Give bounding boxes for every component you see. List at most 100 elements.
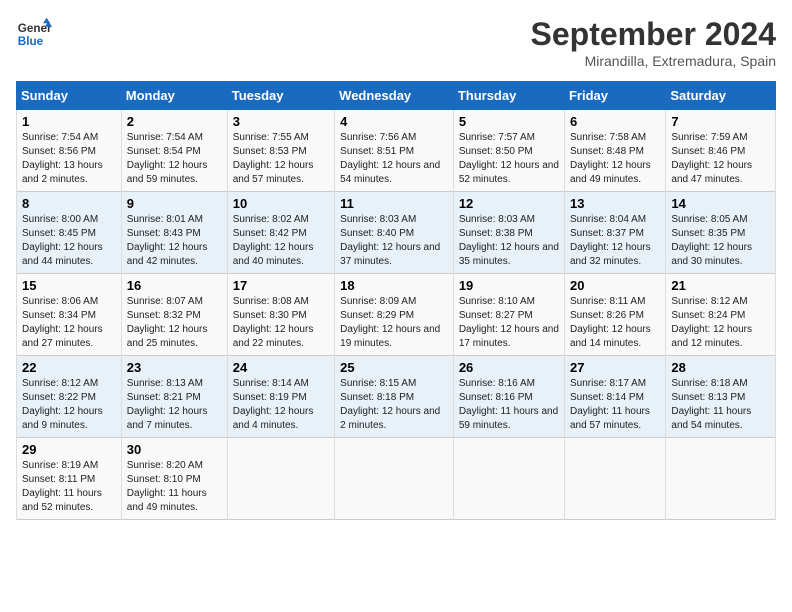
calendar-cell: 22 Sunrise: 8:12 AM Sunset: 8:22 PM Dayl… [17, 356, 122, 438]
day-number: 30 [127, 442, 222, 457]
calendar-cell [666, 438, 776, 520]
day-number: 19 [459, 278, 559, 293]
calendar-cell: 23 Sunrise: 8:13 AM Sunset: 8:21 PM Dayl… [121, 356, 227, 438]
calendar-cell [227, 438, 334, 520]
day-info: Sunrise: 8:11 AM Sunset: 8:26 PM Dayligh… [570, 295, 660, 351]
day-info: Sunrise: 8:03 AM Sunset: 8:40 PM Dayligh… [340, 213, 448, 269]
day-number: 25 [340, 360, 448, 375]
day-info: Sunrise: 8:20 AM Sunset: 8:10 PM Dayligh… [127, 459, 222, 515]
day-info: Sunrise: 7:58 AM Sunset: 8:48 PM Dayligh… [570, 131, 660, 187]
day-info: Sunrise: 8:00 AM Sunset: 8:45 PM Dayligh… [22, 213, 116, 269]
day-info: Sunrise: 8:04 AM Sunset: 8:37 PM Dayligh… [570, 213, 660, 269]
day-info: Sunrise: 7:57 AM Sunset: 8:50 PM Dayligh… [459, 131, 559, 187]
day-info: Sunrise: 7:56 AM Sunset: 8:51 PM Dayligh… [340, 131, 448, 187]
day-number: 27 [570, 360, 660, 375]
calendar-cell: 7 Sunrise: 7:59 AM Sunset: 8:46 PM Dayli… [666, 110, 776, 192]
day-info: Sunrise: 8:12 AM Sunset: 8:24 PM Dayligh… [671, 295, 770, 351]
day-info: Sunrise: 8:19 AM Sunset: 8:11 PM Dayligh… [22, 459, 116, 515]
week-row-2: 8 Sunrise: 8:00 AM Sunset: 8:45 PM Dayli… [17, 192, 776, 274]
day-info: Sunrise: 8:07 AM Sunset: 8:32 PM Dayligh… [127, 295, 222, 351]
day-info: Sunrise: 8:18 AM Sunset: 8:13 PM Dayligh… [671, 377, 770, 433]
day-info: Sunrise: 8:02 AM Sunset: 8:42 PM Dayligh… [233, 213, 329, 269]
day-number: 23 [127, 360, 222, 375]
day-info: Sunrise: 8:06 AM Sunset: 8:34 PM Dayligh… [22, 295, 116, 351]
day-number: 29 [22, 442, 116, 457]
week-row-4: 22 Sunrise: 8:12 AM Sunset: 8:22 PM Dayl… [17, 356, 776, 438]
calendar-cell: 27 Sunrise: 8:17 AM Sunset: 8:14 PM Dayl… [564, 356, 665, 438]
day-info: Sunrise: 7:59 AM Sunset: 8:46 PM Dayligh… [671, 131, 770, 187]
day-info: Sunrise: 8:05 AM Sunset: 8:35 PM Dayligh… [671, 213, 770, 269]
week-row-5: 29 Sunrise: 8:19 AM Sunset: 8:11 PM Dayl… [17, 438, 776, 520]
day-number: 21 [671, 278, 770, 293]
calendar-cell: 20 Sunrise: 8:11 AM Sunset: 8:26 PM Dayl… [564, 274, 665, 356]
header-row: SundayMondayTuesdayWednesdayThursdayFrid… [17, 82, 776, 110]
day-number: 4 [340, 114, 448, 129]
day-info: Sunrise: 7:54 AM Sunset: 8:56 PM Dayligh… [22, 131, 116, 187]
col-header-tuesday: Tuesday [227, 82, 334, 110]
title-block: September 2024 Mirandilla, Extremadura, … [531, 16, 776, 69]
calendar-cell: 2 Sunrise: 7:54 AM Sunset: 8:54 PM Dayli… [121, 110, 227, 192]
day-number: 2 [127, 114, 222, 129]
calendar-cell: 8 Sunrise: 8:00 AM Sunset: 8:45 PM Dayli… [17, 192, 122, 274]
day-info: Sunrise: 7:54 AM Sunset: 8:54 PM Dayligh… [127, 131, 222, 187]
day-number: 24 [233, 360, 329, 375]
calendar-cell: 10 Sunrise: 8:02 AM Sunset: 8:42 PM Dayl… [227, 192, 334, 274]
calendar-cell: 24 Sunrise: 8:14 AM Sunset: 8:19 PM Dayl… [227, 356, 334, 438]
day-info: Sunrise: 8:17 AM Sunset: 8:14 PM Dayligh… [570, 377, 660, 433]
day-info: Sunrise: 8:16 AM Sunset: 8:16 PM Dayligh… [459, 377, 559, 433]
day-number: 13 [570, 196, 660, 211]
day-number: 7 [671, 114, 770, 129]
day-number: 17 [233, 278, 329, 293]
day-number: 11 [340, 196, 448, 211]
col-header-saturday: Saturday [666, 82, 776, 110]
day-info: Sunrise: 8:15 AM Sunset: 8:18 PM Dayligh… [340, 377, 448, 433]
col-header-wednesday: Wednesday [335, 82, 454, 110]
day-info: Sunrise: 7:55 AM Sunset: 8:53 PM Dayligh… [233, 131, 329, 187]
calendar-cell: 18 Sunrise: 8:09 AM Sunset: 8:29 PM Dayl… [335, 274, 454, 356]
day-info: Sunrise: 8:09 AM Sunset: 8:29 PM Dayligh… [340, 295, 448, 351]
page-header: General Blue September 2024 Mirandilla, … [16, 16, 776, 69]
day-info: Sunrise: 8:03 AM Sunset: 8:38 PM Dayligh… [459, 213, 559, 269]
day-number: 8 [22, 196, 116, 211]
month-title: September 2024 [531, 16, 776, 53]
day-number: 16 [127, 278, 222, 293]
calendar-cell: 3 Sunrise: 7:55 AM Sunset: 8:53 PM Dayli… [227, 110, 334, 192]
week-row-3: 15 Sunrise: 8:06 AM Sunset: 8:34 PM Dayl… [17, 274, 776, 356]
col-header-monday: Monday [121, 82, 227, 110]
day-number: 9 [127, 196, 222, 211]
location-subtitle: Mirandilla, Extremadura, Spain [531, 53, 776, 69]
calendar-cell [564, 438, 665, 520]
day-info: Sunrise: 8:08 AM Sunset: 8:30 PM Dayligh… [233, 295, 329, 351]
calendar-cell: 14 Sunrise: 8:05 AM Sunset: 8:35 PM Dayl… [666, 192, 776, 274]
day-number: 18 [340, 278, 448, 293]
day-number: 26 [459, 360, 559, 375]
day-number: 14 [671, 196, 770, 211]
calendar-cell: 1 Sunrise: 7:54 AM Sunset: 8:56 PM Dayli… [17, 110, 122, 192]
day-number: 10 [233, 196, 329, 211]
calendar-cell: 28 Sunrise: 8:18 AM Sunset: 8:13 PM Dayl… [666, 356, 776, 438]
calendar-cell: 6 Sunrise: 7:58 AM Sunset: 8:48 PM Dayli… [564, 110, 665, 192]
calendar-cell [453, 438, 564, 520]
day-number: 28 [671, 360, 770, 375]
calendar-cell: 11 Sunrise: 8:03 AM Sunset: 8:40 PM Dayl… [335, 192, 454, 274]
calendar-cell: 21 Sunrise: 8:12 AM Sunset: 8:24 PM Dayl… [666, 274, 776, 356]
calendar-cell [335, 438, 454, 520]
day-number: 20 [570, 278, 660, 293]
week-row-1: 1 Sunrise: 7:54 AM Sunset: 8:56 PM Dayli… [17, 110, 776, 192]
calendar-cell: 25 Sunrise: 8:15 AM Sunset: 8:18 PM Dayl… [335, 356, 454, 438]
col-header-friday: Friday [564, 82, 665, 110]
day-info: Sunrise: 8:13 AM Sunset: 8:21 PM Dayligh… [127, 377, 222, 433]
svg-text:Blue: Blue [18, 35, 44, 48]
day-number: 5 [459, 114, 559, 129]
calendar-cell: 4 Sunrise: 7:56 AM Sunset: 8:51 PM Dayli… [335, 110, 454, 192]
day-number: 22 [22, 360, 116, 375]
day-number: 1 [22, 114, 116, 129]
calendar-cell: 13 Sunrise: 8:04 AM Sunset: 8:37 PM Dayl… [564, 192, 665, 274]
calendar-cell: 9 Sunrise: 8:01 AM Sunset: 8:43 PM Dayli… [121, 192, 227, 274]
day-number: 15 [22, 278, 116, 293]
logo: General Blue [16, 16, 52, 52]
calendar-cell: 17 Sunrise: 8:08 AM Sunset: 8:30 PM Dayl… [227, 274, 334, 356]
day-number: 3 [233, 114, 329, 129]
day-info: Sunrise: 8:10 AM Sunset: 8:27 PM Dayligh… [459, 295, 559, 351]
calendar-cell: 12 Sunrise: 8:03 AM Sunset: 8:38 PM Dayl… [453, 192, 564, 274]
